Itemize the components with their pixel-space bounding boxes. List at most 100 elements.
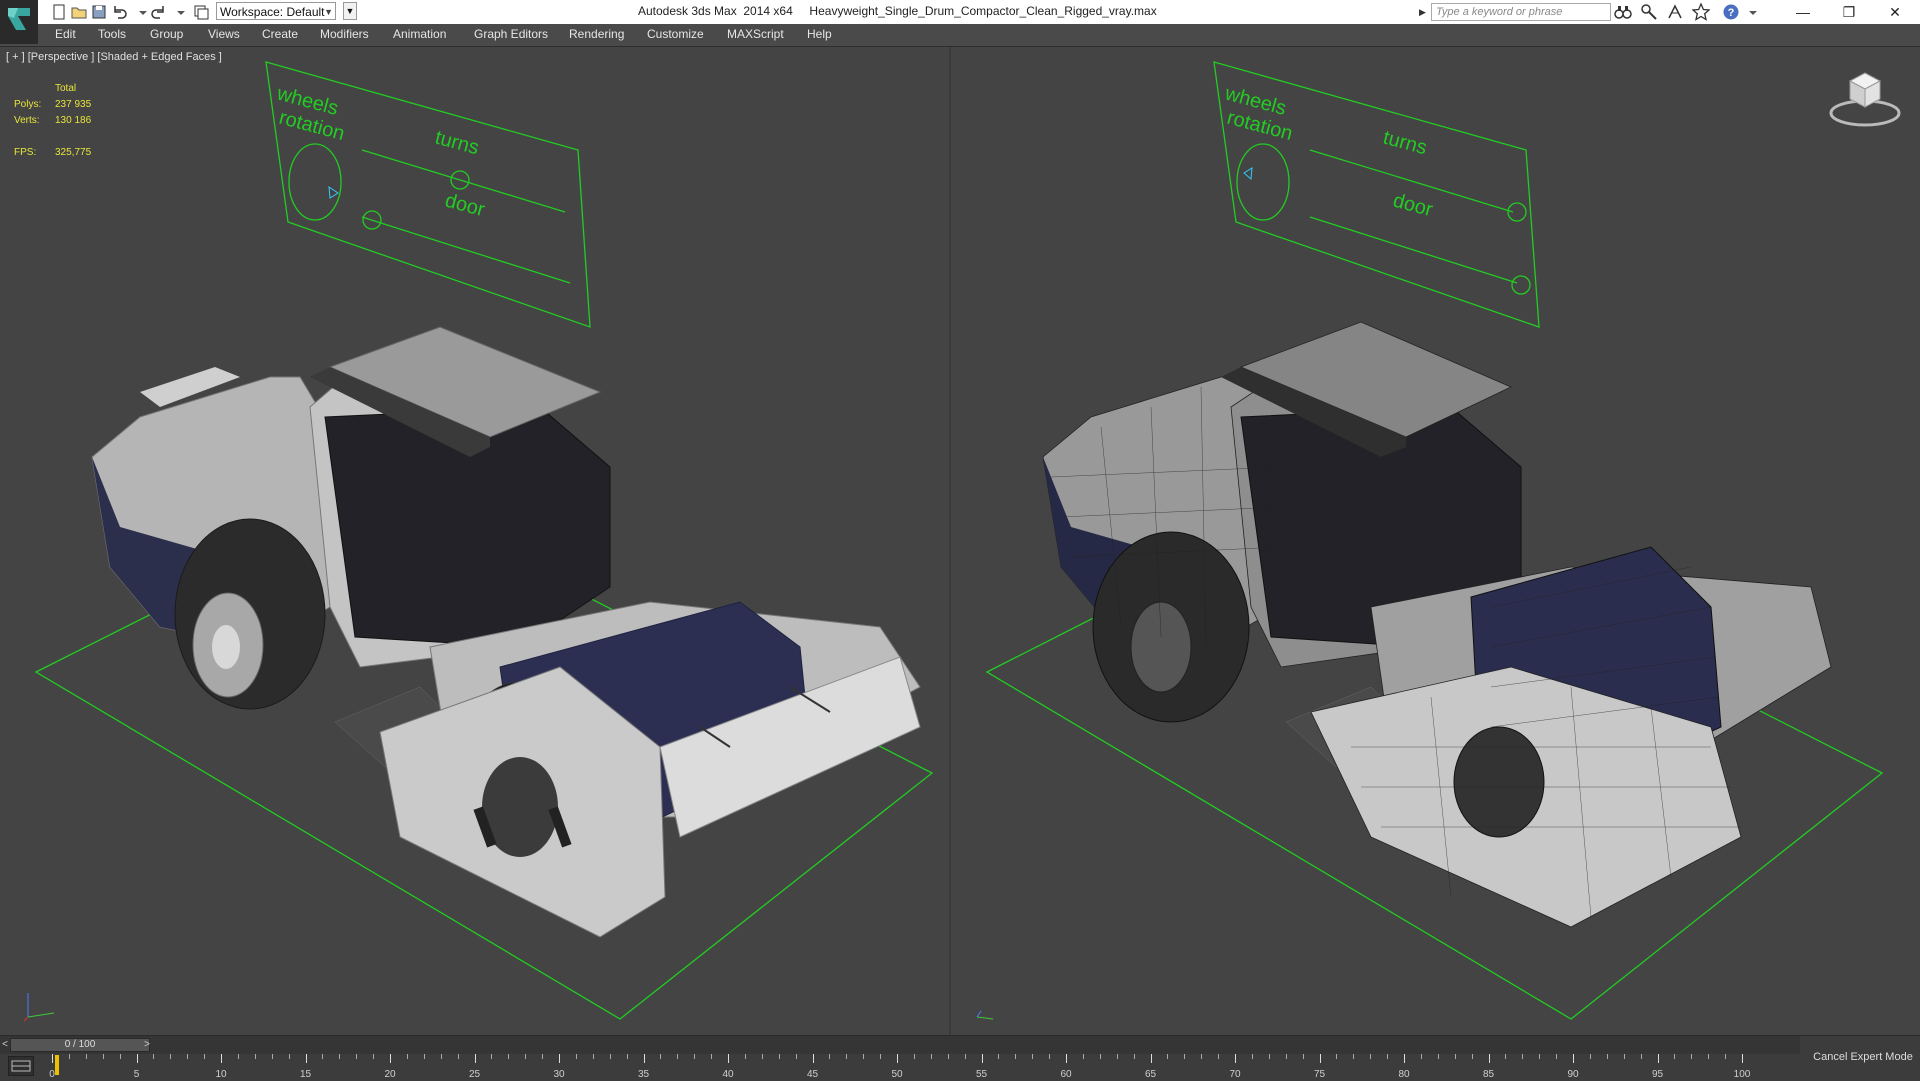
timeline-tick — [1167, 1054, 1169, 1059]
timeline-tick — [1049, 1054, 1051, 1059]
timeline-tick-label: 100 — [1733, 1069, 1751, 1080]
timeline-tick-label: 20 — [384, 1069, 396, 1080]
menu-maxscript[interactable]: MAXScript — [727, 27, 784, 41]
timeline-tick-label: 85 — [1482, 1069, 1495, 1080]
window-title: Autodesk 3ds Max 2014 x64 Heavyweight_Si… — [638, 4, 1157, 18]
timeline-tick — [1657, 1054, 1659, 1063]
redo-dropdown-icon[interactable] — [172, 3, 190, 21]
wheels-rotation-dial[interactable] — [288, 143, 342, 221]
timeline-tick — [1420, 1054, 1422, 1059]
timeline-tick — [643, 1054, 645, 1063]
open-file-icon[interactable] — [70, 3, 88, 21]
save-file-icon[interactable] — [90, 3, 108, 21]
timeline-tick — [677, 1054, 679, 1059]
timeline-tick-label: 60 — [1060, 1069, 1072, 1080]
menu-group[interactable]: Group — [150, 27, 183, 41]
timeline-tick-label: 10 — [215, 1069, 227, 1080]
door-slider-handle[interactable] — [1511, 275, 1531, 295]
subscription-key-icon[interactable] — [1640, 3, 1660, 21]
menu-animation[interactable]: Animation — [393, 27, 446, 41]
menu-tools[interactable]: Tools — [98, 27, 126, 41]
menu-rendering[interactable]: Rendering — [569, 27, 624, 41]
mini-curve-editor-icon[interactable] — [8, 1056, 34, 1076]
favorites-star-icon[interactable] — [1691, 2, 1712, 21]
viewport-perspective-wireframe[interactable]: wheels rotation turns door — [951, 47, 1920, 1035]
timeline-tick-label: 70 — [1229, 1069, 1241, 1080]
binoculars-icon[interactable] — [1614, 3, 1634, 21]
timeline-tick-label: 75 — [1313, 1069, 1326, 1080]
workspace-dropdown[interactable]: Workspace: Default ▼ — [216, 2, 336, 20]
timeline-tick — [1387, 1054, 1389, 1059]
timeline-tick — [1505, 1054, 1507, 1059]
timeline-tick — [1353, 1054, 1355, 1059]
timeline-tick — [744, 1054, 746, 1059]
time-slider[interactable]: 0 / 100 — [10, 1038, 150, 1052]
menu-help[interactable]: Help — [807, 27, 832, 41]
project-folder-icon[interactable] — [192, 3, 210, 21]
timeline-tick — [728, 1054, 729, 1063]
search-expand-icon[interactable]: ▶ — [1419, 3, 1429, 21]
timeline-tick — [474, 1054, 476, 1063]
stats-verts-value: 130 186 — [55, 115, 92, 126]
menu-customize[interactable]: Customize — [647, 27, 704, 41]
viewport-perspective-shaded[interactable]: [ + ] [Perspective ] [Shaded + Edged Fac… — [0, 47, 949, 1035]
timeline-tick — [1539, 1054, 1541, 1059]
timeline-tick — [542, 1054, 544, 1059]
menu-graph-editors[interactable]: Graph Editors — [474, 27, 548, 41]
new-file-icon[interactable] — [50, 3, 68, 21]
timeline-tick — [440, 1054, 442, 1059]
help-icon[interactable]: ? — [1722, 3, 1742, 21]
app-menu-button[interactable] — [0, 0, 38, 44]
timeline-tick — [1454, 1054, 1456, 1059]
menu-create[interactable]: Create — [262, 27, 298, 41]
minimize-button[interactable]: — — [1780, 0, 1826, 24]
compactor-model-wireframe[interactable] — [1042, 321, 1832, 928]
redo-icon[interactable] — [150, 3, 168, 21]
timeline-tick — [356, 1054, 358, 1059]
timeline-tick — [592, 1054, 594, 1059]
timeline-tick — [880, 1054, 882, 1059]
communication-center-icon[interactable] — [1666, 3, 1686, 21]
cancel-expert-mode-button[interactable]: Cancel Expert Mode — [1806, 1046, 1920, 1068]
rotation-pointer-icon[interactable] — [1243, 167, 1253, 181]
timeline-tick — [761, 1054, 763, 1059]
viewport-label[interactable]: [ + ] [Perspective ] [Shaded + Edged Fac… — [6, 51, 222, 63]
time-slider-prev[interactable]: < — [0, 1038, 10, 1052]
timeline-tick — [778, 1054, 780, 1059]
compactor-model[interactable] — [91, 326, 921, 938]
menu-edit[interactable]: Edit — [55, 27, 76, 41]
time-slider-next[interactable]: > — [140, 1038, 154, 1052]
menu-modifiers[interactable]: Modifiers — [320, 27, 369, 41]
timeline-tick — [981, 1054, 983, 1063]
timeline-tick — [1725, 1054, 1727, 1059]
undo-icon[interactable] — [110, 3, 128, 21]
menu-views[interactable]: Views — [208, 27, 240, 41]
timeline-tick — [102, 1054, 104, 1059]
restore-button[interactable]: ❐ — [1826, 0, 1872, 24]
timeline-tick — [964, 1054, 966, 1059]
help-dropdown-icon[interactable] — [1744, 3, 1764, 21]
scene-right: wheels rotation turns door — [985, 61, 1884, 1020]
timeline-tick — [812, 1054, 814, 1063]
close-button[interactable]: ✕ — [1872, 0, 1918, 24]
axis-tripod-icon — [976, 1010, 994, 1020]
wheels-rotation-dial[interactable] — [1236, 143, 1290, 221]
timeline-tick — [68, 1054, 70, 1059]
timeline-tick — [1691, 1054, 1693, 1059]
timeline-tick — [237, 1054, 239, 1059]
trackbar[interactable]: 0 5 10 15 20 25 30 35 40 45 50 55 60 65 70 75 80 85 90 95 10… — [49, 1054, 1750, 1080]
quick-access-customize-button[interactable]: ▼ — [343, 2, 357, 20]
rotation-pointer-icon[interactable] — [328, 186, 339, 199]
timeline-tick-label: 50 — [891, 1069, 903, 1080]
rig-label-door: door — [443, 190, 488, 222]
rig-control-panel[interactable]: wheels rotation turns door — [1213, 61, 1540, 328]
timeline-tick — [1251, 1054, 1253, 1059]
timeline-tick — [559, 1054, 560, 1063]
rig-control-panel[interactable]: wheels rotation turns door — [265, 61, 591, 328]
time-slider-area[interactable]: < 0 / 100 > — [0, 1036, 1800, 1054]
search-input[interactable]: Type a keyword or phrase — [1431, 3, 1611, 21]
viewcube-navigation-icon[interactable] — [1828, 63, 1902, 127]
timeline-tick — [930, 1054, 932, 1059]
3dsmax-logo-icon — [8, 8, 30, 30]
turns-slider-handle[interactable] — [1507, 202, 1527, 222]
